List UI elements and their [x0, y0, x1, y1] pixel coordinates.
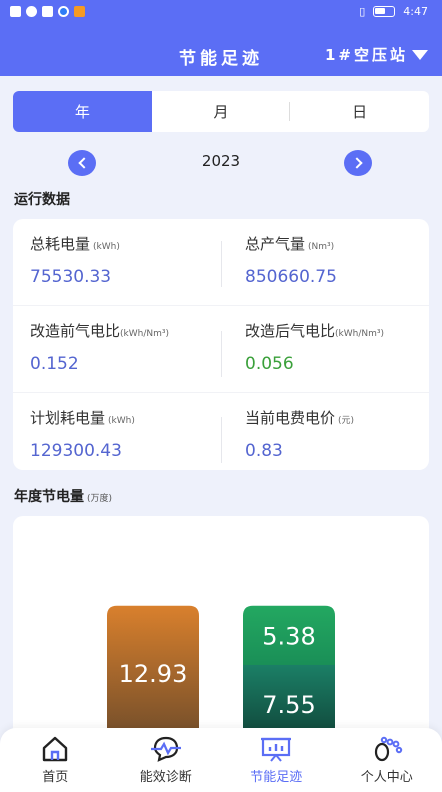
metric-value: 0.152 [30, 354, 79, 374]
metric-label: 总耗电量 (kWh) [30, 233, 120, 254]
savings-unit: (万度) [87, 494, 113, 504]
year-navigator: 2023 [0, 150, 442, 176]
home-icon [43, 736, 68, 762]
tab-year-label: 年 [74, 103, 90, 121]
savings-chart-card: 12.93 7.55 5.38 [13, 516, 429, 746]
column-divider [221, 331, 222, 377]
tab-month[interactable]: 月 [152, 91, 291, 132]
bottom-navigation: 首页 能效诊断 节能足迹 个人中心 [0, 728, 442, 792]
nav-label: 首页 [42, 770, 69, 785]
tab-day-label: 日 [352, 103, 368, 121]
footprints-icon [374, 736, 402, 762]
app-notify-icon [58, 6, 69, 17]
metric-unit: (kWh/Nm³) [335, 329, 384, 339]
operation-data-card: 总耗电量 (kWh) 75530.33 总产气量 (Nm³) 850660.75 改… [13, 219, 429, 470]
metric-value: 0.83 [245, 441, 283, 461]
bar-value-label: 5.38 [262, 622, 315, 650]
metric-label-text: 总产气量 [245, 235, 306, 253]
current-year: 2023 [201, 152, 241, 170]
metric-unit: (Nm³) [308, 242, 335, 252]
sim-icon [42, 6, 53, 17]
metric-label: 总产气量 (Nm³) [245, 233, 334, 254]
metric-total-consumption: 总耗电量 (kWh) 75530.33 [30, 219, 220, 305]
metric-unit: (元) [338, 416, 355, 426]
nav-item-home[interactable]: 首页 [0, 728, 111, 792]
nav-item-profile[interactable]: 个人中心 [332, 728, 442, 792]
savings-title-text: 年度节电量 [14, 489, 84, 505]
notification-icon [10, 6, 21, 17]
metric-ratio-after: 改造后气电比(kWh/Nm³) 0.056 [245, 306, 435, 392]
nav-item-footprint[interactable]: 节能足迹 [221, 728, 332, 792]
metric-unit: (kWh) [108, 416, 135, 426]
wifi-icon [26, 6, 37, 17]
column-divider [221, 241, 222, 287]
status-icons-left [10, 6, 85, 17]
nav-label: 能效诊断 [139, 770, 192, 785]
metric-label-text: 改造后气电比 [245, 322, 336, 340]
status-time: 4:47 [403, 5, 428, 18]
savings-section-title: 年度节电量 (万度) [14, 486, 112, 506]
metric-label-text: 改造前气电比 [30, 322, 121, 340]
media-notify-icon [74, 6, 85, 17]
nav-label: 个人中心 [360, 770, 413, 785]
tab-year[interactable]: 年 [13, 91, 152, 132]
diagnosis-icon [150, 736, 181, 762]
metric-label: 改造前气电比(kWh/Nm³) [30, 320, 169, 341]
column-divider [221, 417, 222, 463]
vibrate-icon: ▯ [359, 5, 366, 18]
operation-section-title: 运行数据 [14, 189, 70, 209]
dropdown-caret-icon [412, 49, 428, 60]
metric-value: 0.056 [245, 354, 294, 374]
metric-label: 计划耗电量 (kWh) [30, 407, 135, 428]
tab-month-label: 月 [213, 103, 229, 121]
metric-label: 当前电费电价 (元) [245, 407, 354, 428]
metric-planned-consumption: 计划耗电量 (kWh) 129300.43 [30, 393, 220, 479]
operation-title-text: 运行数据 [14, 192, 70, 208]
metric-label-text: 总耗电量 [30, 235, 91, 253]
status-icons-right: ▯ 4:47 [359, 5, 428, 18]
savings-bar-chart: 12.93 7.55 5.38 [107, 605, 335, 746]
metric-value: 129300.43 [30, 441, 122, 461]
footprint-chart-icon [261, 737, 292, 762]
metric-value: 850660.75 [245, 267, 337, 287]
metric-unit: (kWh/Nm³) [120, 329, 169, 339]
station-selector[interactable]: 1#空压站 [325, 44, 428, 65]
metric-value: 75530.33 [30, 267, 112, 287]
metric-label: 改造后气电比(kWh/Nm³) [245, 320, 384, 341]
period-tabs: 年 月 日 [13, 91, 429, 132]
tab-day[interactable]: 日 [290, 91, 429, 132]
metric-total-gas: 总产气量 (Nm³) 850660.75 [245, 219, 435, 305]
battery-icon [373, 6, 396, 17]
status-bar: ▯ 4:47 [0, 0, 442, 26]
chevron-right-icon [350, 157, 363, 169]
bar-value-label: 12.93 [119, 660, 188, 688]
app-header: ▯ 4:47 节能足迹 1#空压站 [0, 0, 442, 76]
metric-label-text: 计划耗电量 [30, 409, 106, 427]
nav-label: 节能足迹 [250, 770, 303, 785]
station-label: 1#空压站 [324, 46, 408, 64]
metric-label-text: 当前电费电价 [245, 409, 336, 427]
nav-item-diagnosis[interactable]: 能效诊断 [111, 728, 222, 792]
metric-ratio-before: 改造前气电比(kWh/Nm³) 0.152 [30, 306, 220, 392]
metric-electricity-price: 当前电费电价 (元) 0.83 [245, 393, 435, 479]
next-year-button[interactable] [344, 150, 372, 176]
metric-unit: (kWh) [93, 242, 120, 252]
bar-value-label: 7.55 [262, 691, 315, 719]
